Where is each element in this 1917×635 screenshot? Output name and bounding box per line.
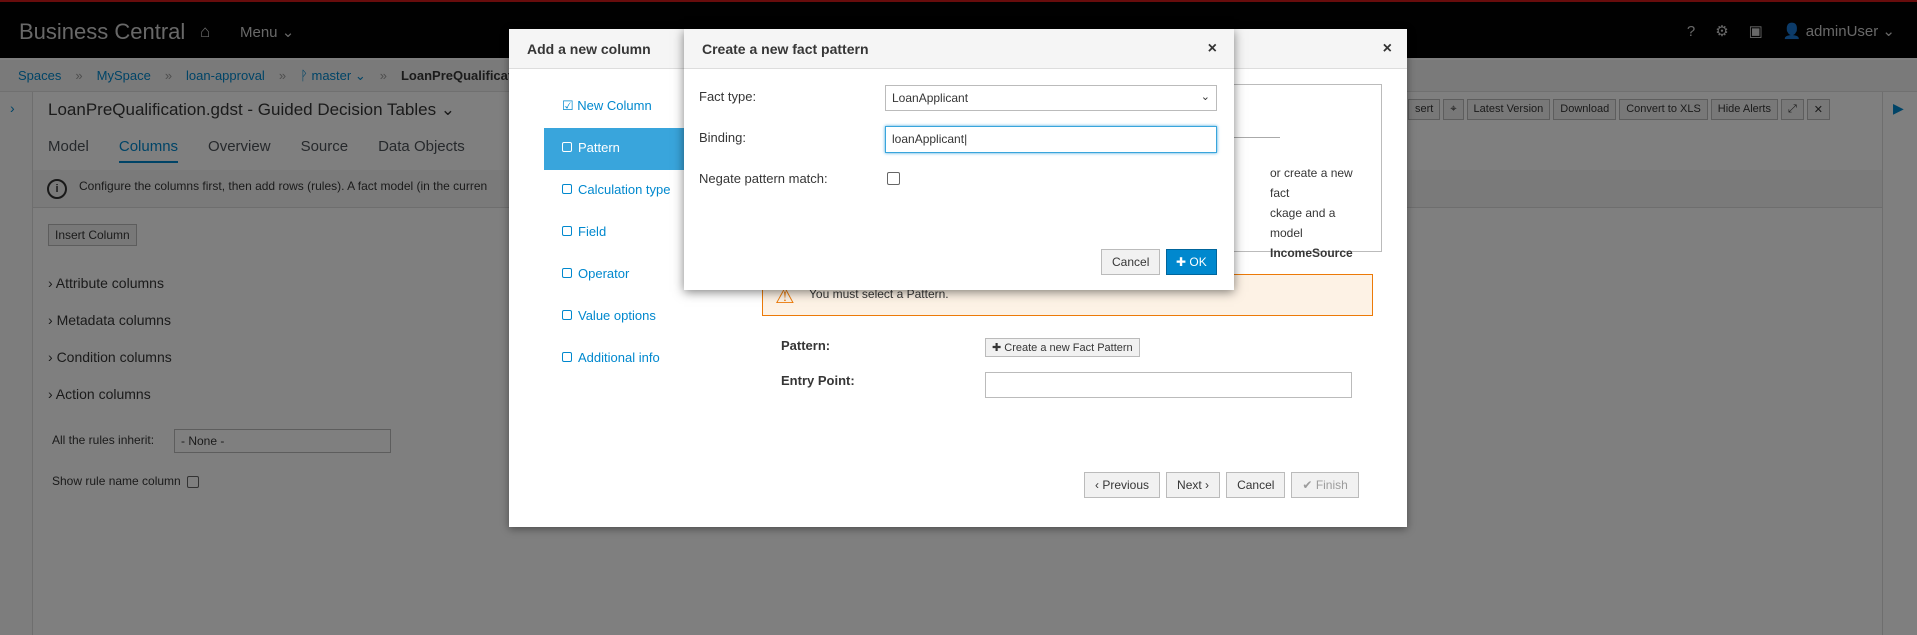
step-additional-info[interactable]: Additional info (544, 338, 724, 380)
previous-label: Previous (1102, 478, 1150, 492)
step-label: Operator (578, 266, 630, 281)
panel-text-line: ckage and a model (1270, 206, 1336, 240)
fact-pattern-dialog: Create a new fact pattern × Fact type: L… (684, 29, 1234, 290)
fact-type-label: Fact type: (699, 89, 757, 104)
fact-ok-button[interactable]: ✚ OK (1166, 249, 1217, 275)
wizard-close-icon[interactable]: × (1383, 40, 1392, 58)
plus-icon: ✚ (992, 342, 1005, 354)
panel-text-line: IncomeSource (1270, 246, 1353, 260)
binding-input[interactable]: loanApplicant| (885, 126, 1217, 153)
wizard-cancel-button[interactable]: Cancel (1226, 472, 1286, 498)
pattern-label: Pattern: (781, 338, 831, 353)
checkbox-icon (562, 352, 572, 362)
step-label: New Column (577, 98, 652, 113)
fact-dialog-close-icon[interactable]: × (1208, 40, 1217, 58)
binding-label: Binding: (699, 130, 746, 145)
previous-button[interactable]: ‹ Previous (1084, 472, 1161, 498)
check-icon: ☑ (562, 98, 578, 113)
checkbox-icon (562, 142, 572, 152)
panel-help-text: or create a new fact ckage and a model I… (1270, 163, 1370, 263)
checkbox-icon (562, 184, 572, 194)
step-label: Pattern (578, 140, 620, 155)
fact-type-select[interactable]: LoanApplicant ⌄ (885, 85, 1217, 111)
ok-label: OK (1189, 255, 1207, 269)
step-label: Additional info (578, 350, 660, 365)
chevron-down-icon: ⌄ (1200, 91, 1210, 103)
entry-point-label: Entry Point: (781, 373, 855, 388)
checkbox-icon (562, 226, 572, 236)
step-label: Value options (578, 308, 656, 323)
checkbox-icon (562, 310, 572, 320)
negate-checkbox[interactable] (887, 172, 900, 185)
panel-text-line: or create a new fact (1270, 166, 1353, 200)
entry-point-input[interactable] (985, 372, 1352, 398)
step-value-options[interactable]: Value options (544, 296, 724, 338)
create-fact-pattern-button[interactable]: ✚ Create a new Fact Pattern (985, 338, 1140, 357)
finish-button[interactable]: ✔ Finish (1291, 472, 1359, 498)
next-label: Next (1177, 478, 1202, 492)
step-label: Calculation type (578, 182, 671, 197)
fact-cancel-button[interactable]: Cancel (1101, 249, 1161, 275)
fact-type-value: LoanApplicant (892, 91, 969, 105)
create-pattern-label: Create a new Fact Pattern (1004, 342, 1133, 354)
binding-value: loanApplicant (892, 132, 965, 146)
next-button[interactable]: Next › (1166, 472, 1221, 498)
step-label: Field (578, 224, 607, 239)
wizard-buttons: ‹ Previous Next › Cancel ✔ Finish (1084, 472, 1359, 498)
checkbox-icon (562, 268, 572, 278)
negate-label: Negate pattern match: (699, 171, 828, 186)
fact-dialog-title: Create a new fact pattern (684, 29, 1234, 69)
finish-label: Finish (1315, 478, 1348, 492)
